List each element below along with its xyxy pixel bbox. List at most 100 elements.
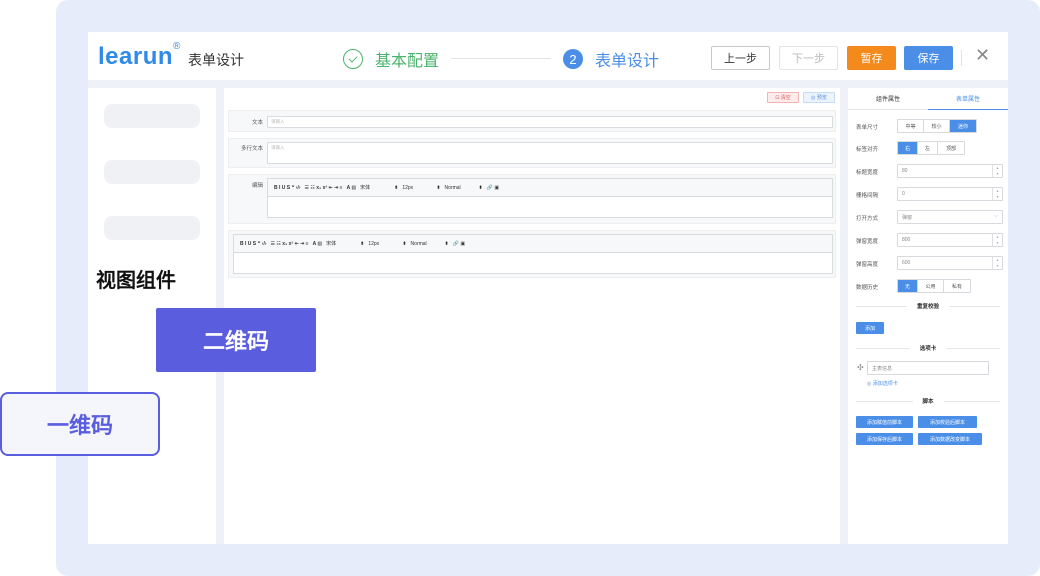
step-connector bbox=[451, 58, 551, 59]
drag-handle-icon[interactable]: ✣ bbox=[857, 363, 864, 372]
align-segmented: 右 左 顶部 bbox=[897, 141, 965, 155]
field-label: 多行文本 bbox=[240, 146, 263, 152]
qr-code-component[interactable]: 二维码 bbox=[156, 308, 316, 372]
close-icon[interactable]: ✕ bbox=[975, 45, 990, 66]
size-option-selected[interactable]: 迷你 bbox=[950, 120, 976, 132]
prev-button[interactable]: 上一步 bbox=[711, 46, 770, 70]
app-title: 表单设计 bbox=[188, 52, 244, 68]
dialog-height-input[interactable]: 600 ▴ ▾ bbox=[897, 256, 1003, 270]
history-segmented: 无 公用 私有 bbox=[897, 279, 971, 293]
open-mode-select[interactable]: 弹窗 ⌵ bbox=[897, 210, 1003, 224]
clear-button[interactable]: ⊡ 清空 bbox=[767, 92, 799, 103]
add-button[interactable]: 添加 bbox=[856, 322, 884, 334]
insert-icons[interactable]: 🔗 ▣ bbox=[453, 241, 465, 247]
prop-label: 弹窗宽度 bbox=[856, 239, 879, 245]
history-option[interactable]: 公用 bbox=[918, 280, 944, 292]
script-data-change-button[interactable]: 添加数据改变脚本 bbox=[918, 433, 982, 445]
list-icons[interactable]: ☰ ☷ x₂ x² ⇤ ⇥ ≡ bbox=[305, 185, 343, 191]
tab-form-props[interactable]: 表单属性 bbox=[928, 88, 1008, 110]
prop-label: 标签对齐 bbox=[856, 147, 879, 153]
prop-label: 标题宽度 bbox=[856, 170, 879, 176]
editor-toolbar: B I U S ❞ ‹/› ☰ ☷ x₂ x² ⇤ ⇥ ≡ A ▧ 宋体 ⬍ 1… bbox=[234, 235, 832, 253]
form-canvas: ⊡ 清空 ◎ 预览 文本 请输入 多行文本 请输入 编辑 B I U S ❞ ‹… bbox=[224, 88, 840, 544]
heading-select[interactable]: Normal bbox=[411, 241, 441, 247]
align-option[interactable]: 顶部 bbox=[938, 142, 964, 154]
chevron-icon: ⬍ bbox=[444, 240, 449, 247]
save-button[interactable]: 保存 bbox=[904, 46, 953, 70]
spinner-icon[interactable]: ▴ ▾ bbox=[992, 188, 1002, 200]
history-option-selected[interactable]: 无 bbox=[898, 280, 918, 292]
prop-label: 表单尺寸 bbox=[856, 125, 879, 131]
format-icons[interactable]: B I U S ❞ ‹/› bbox=[240, 241, 267, 247]
rich-text-editor[interactable]: B I U S ❞ ‹/› ☰ ☷ x₂ x² ⇤ ⇥ ≡ A ▧ 宋体 ⬍ 1… bbox=[267, 178, 833, 218]
form-designer-window: learun® 表单设计 基本配置 2 表单设计 上一步 下一步 暂存 保存 ✕… bbox=[88, 32, 1008, 544]
label-width-input[interactable]: 80 ▴ ▾ bbox=[897, 164, 1003, 178]
gutter-input[interactable]: 0 ▴ ▾ bbox=[897, 187, 1003, 201]
size-option[interactable]: 较小 bbox=[924, 120, 950, 132]
chevron-icon: ⬍ bbox=[402, 240, 407, 247]
chevron-icon: ⬍ bbox=[394, 184, 399, 191]
script-after-save-button[interactable]: 添加保存后脚本 bbox=[856, 433, 913, 445]
color-icons[interactable]: A ▧ bbox=[313, 241, 323, 247]
editor-toolbar: B I U S ❞ ‹/› ☰ ☷ x₂ x² ⇤ ⇥ ≡ A ▧ 宋体 ⬍ 1… bbox=[268, 179, 832, 197]
barcode-component[interactable]: 一维码 bbox=[0, 392, 160, 456]
format-icons[interactable]: B I U S ❞ ‹/› bbox=[274, 185, 301, 191]
size-select[interactable]: 12px bbox=[368, 241, 398, 247]
text-input[interactable]: 请输入 bbox=[267, 116, 833, 128]
chevron-down-icon: ⌵ bbox=[994, 213, 998, 219]
form-row-editor[interactable]: 编辑 B I U S ❞ ‹/› ☰ ☷ x₂ x² ⇤ ⇥ ≡ A ▧ 宋体 … bbox=[228, 174, 836, 224]
field-label: 文本 bbox=[251, 120, 263, 126]
font-select[interactable]: 宋体 bbox=[360, 184, 390, 191]
prop-label: 弹窗高度 bbox=[856, 262, 879, 268]
preview-button[interactable]: ◎ 预览 bbox=[803, 92, 835, 103]
align-option[interactable]: 左 bbox=[918, 142, 938, 154]
section-script: 脚本 bbox=[856, 396, 1001, 406]
logo: learun® bbox=[98, 41, 181, 70]
size-segmented: 中等 较小 迷你 bbox=[897, 119, 977, 133]
font-select[interactable]: 宋体 bbox=[326, 240, 356, 247]
prop-label: 打开方式 bbox=[856, 216, 879, 222]
component-placeholder bbox=[104, 104, 200, 128]
tab-component-props[interactable]: 组件属性 bbox=[848, 88, 928, 110]
top-bar: learun® 表单设计 基本配置 2 表单设计 上一步 下一步 暂存 保存 ✕ bbox=[88, 32, 1008, 80]
list-icons[interactable]: ☰ ☷ x₂ x² ⇤ ⇥ ≡ bbox=[271, 241, 309, 247]
add-tab-link[interactable]: ◎ 添加选项卡 bbox=[867, 380, 898, 387]
tab-name-input[interactable]: 主表信息 bbox=[867, 361, 989, 375]
prop-label: 栅格间隔 bbox=[856, 193, 879, 199]
spinner-icon[interactable]: ▴ ▾ bbox=[992, 165, 1002, 177]
rich-text-editor[interactable]: B I U S ❞ ‹/› ☰ ☷ x₂ x² ⇤ ⇥ ≡ A ▧ 宋体 ⬍ 1… bbox=[233, 234, 833, 274]
prop-label: 数据历史 bbox=[856, 285, 879, 291]
script-before-assign-button[interactable]: 添加赋值前脚本 bbox=[856, 416, 913, 428]
draft-button[interactable]: 暂存 bbox=[847, 46, 896, 70]
step-label: 基本配置 bbox=[375, 53, 440, 70]
step-form-design[interactable]: 2 表单设计 bbox=[563, 47, 659, 71]
divider bbox=[961, 50, 962, 66]
insert-icons[interactable]: 🔗 ▣ bbox=[487, 185, 499, 191]
textarea-input[interactable]: 请输入 bbox=[267, 142, 833, 164]
chevron-icon: ⬍ bbox=[360, 240, 365, 247]
component-placeholder bbox=[104, 160, 200, 184]
chevron-icon: ⬍ bbox=[436, 184, 441, 191]
step-basic-config[interactable]: 基本配置 bbox=[343, 47, 439, 71]
color-icons[interactable]: A ▧ bbox=[347, 185, 357, 191]
size-select[interactable]: 12px bbox=[402, 185, 432, 191]
next-button[interactable]: 下一步 bbox=[779, 46, 838, 70]
chevron-icon: ⬍ bbox=[478, 184, 483, 191]
dialog-width-input[interactable]: 800 ▴ ▾ bbox=[897, 233, 1003, 247]
check-circle-icon bbox=[343, 49, 363, 69]
form-row-editor-2[interactable]: B I U S ❞ ‹/› ☰ ☷ x₂ x² ⇤ ⇥ ≡ A ▧ 宋体 ⬍ 1… bbox=[228, 230, 836, 278]
heading-select[interactable]: Normal bbox=[445, 185, 475, 191]
component-placeholder bbox=[104, 216, 200, 240]
spinner-icon[interactable]: ▴ ▾ bbox=[992, 257, 1002, 269]
spinner-icon[interactable]: ▴ ▾ bbox=[992, 234, 1002, 246]
step-number: 2 bbox=[563, 49, 583, 69]
history-option[interactable]: 私有 bbox=[944, 280, 970, 292]
form-row-textarea[interactable]: 多行文本 请输入 bbox=[228, 138, 836, 168]
form-row-text[interactable]: 文本 请输入 bbox=[228, 110, 836, 132]
align-option-selected[interactable]: 右 bbox=[898, 142, 918, 154]
section-duplicate-check: 重复校验 bbox=[856, 301, 1001, 311]
view-components-heading: 视图组件 bbox=[96, 270, 176, 292]
script-after-validate-button[interactable]: 添加校验后脚本 bbox=[918, 416, 977, 428]
section-tabs: 选项卡 bbox=[856, 343, 1001, 353]
size-option[interactable]: 中等 bbox=[898, 120, 924, 132]
